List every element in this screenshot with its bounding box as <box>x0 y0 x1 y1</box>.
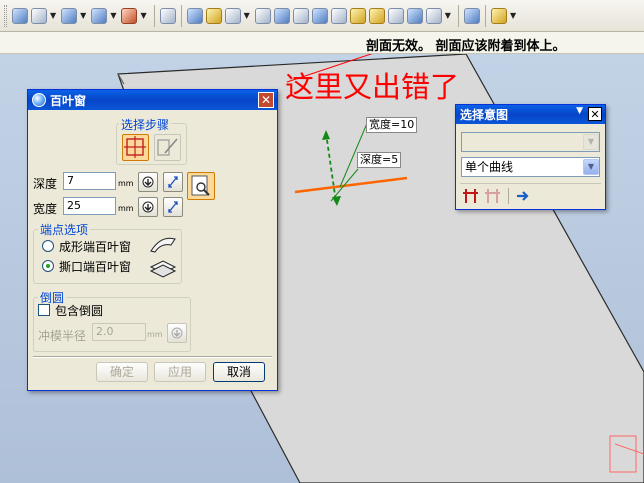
chevron-down-icon[interactable]: ▼ <box>140 11 146 20</box>
status-message: 剖面无效。 剖面应该附着到体上。 <box>366 39 566 54</box>
dialog-titlebar[interactable]: 百叶窗 ✕ <box>28 90 277 110</box>
width-unit: mm <box>118 204 134 213</box>
feature-icon[interactable] <box>425 7 442 24</box>
main-toolbar: ▼ ▼ ▼ ▼ ▼ ▼ ▼ <box>0 0 644 32</box>
curve-rule-value: 单个曲线 <box>465 160 514 174</box>
filter-icon[interactable] <box>490 7 507 24</box>
chevron-down-icon[interactable]: ▼ <box>50 11 56 20</box>
magnifier-icon <box>191 175 210 196</box>
intent-separator <box>460 183 601 184</box>
step-sketch-section-button[interactable] <box>154 134 181 161</box>
include-fillet-checkbox[interactable] <box>38 304 50 316</box>
chevron-down-icon[interactable]: ▼ <box>576 106 583 116</box>
formed-end-label[interactable]: 成形端百叶窗 <box>59 238 131 255</box>
mirror-icon[interactable] <box>159 7 176 24</box>
stop-at-intersection-icon[interactable] <box>462 187 480 205</box>
toolbar-separator <box>484 4 486 27</box>
intent-titlebar[interactable]: 选择意图 ▼ ✕ <box>456 105 605 124</box>
frame-icon[interactable] <box>61 7 78 24</box>
apply-button[interactable]: 应用 <box>154 362 206 382</box>
chevron-down-icon[interactable]: ▼ <box>583 134 599 150</box>
sheet-body-icon[interactable] <box>311 7 328 24</box>
chevron-down-icon[interactable]: ▼ <box>244 11 250 20</box>
sketch-plane-icon <box>124 136 146 158</box>
intent-filter-combo[interactable] <box>461 132 600 152</box>
formed-end-radio[interactable] <box>42 240 54 252</box>
chevron-down-icon[interactable]: ▼ <box>445 11 451 20</box>
close-button[interactable]: ✕ <box>588 107 602 121</box>
chevron-down-icon[interactable]: ▼ <box>510 11 516 20</box>
solid-shaded-icon[interactable] <box>186 7 203 24</box>
toolbar-separator <box>457 4 459 27</box>
snap-point-icon[interactable] <box>121 7 138 24</box>
view-icon[interactable] <box>463 7 480 24</box>
lanced-end-label[interactable]: 撕口端百叶窗 <box>59 258 131 275</box>
depth-unit: mm <box>118 179 134 188</box>
depth-input[interactable]: 7 <box>63 172 116 190</box>
formed-louver-icon <box>150 237 176 253</box>
body-icon[interactable] <box>349 7 366 24</box>
punch-radius-input[interactable]: 2.0 <box>92 323 146 341</box>
depth-dimension-label[interactable]: 深度=5 <box>357 152 402 168</box>
arrow-down-circle-icon <box>142 176 154 188</box>
width-dimension-label[interactable]: 宽度=10 <box>366 117 418 133</box>
cube-icon[interactable] <box>205 7 222 24</box>
punch-radius-unit: mm <box>147 330 163 339</box>
lanced-louver-icon <box>149 260 177 278</box>
solid-body-icon[interactable] <box>368 7 385 24</box>
face-icon[interactable] <box>292 7 309 24</box>
include-fillet-label[interactable]: 包含倒圆 <box>55 302 103 319</box>
status-line: 剖面无效。 剖面应该附着到体上。 <box>0 32 644 54</box>
intent-tool-separator <box>508 188 509 204</box>
chevron-down-icon[interactable]: ▼ <box>583 159 599 175</box>
surface-icon[interactable] <box>330 7 347 24</box>
louver-dialog: 百叶窗 ✕ 选择步骤 深度 7 mm 宽度 25 mm 端点选项 成形端百叶窗 … <box>27 89 278 391</box>
width-input[interactable]: 25 <box>63 197 116 215</box>
arrow-down-circle-icon <box>142 201 154 213</box>
flip-direction-icon <box>168 201 178 213</box>
preview-button[interactable] <box>187 172 215 200</box>
chevron-down-icon[interactable]: ▼ <box>110 11 116 20</box>
width-label: 宽度 <box>33 202 58 216</box>
endpoint-group-label: 端点选项 <box>38 221 91 238</box>
block-icon[interactable] <box>31 7 47 24</box>
dialog-title: 百叶窗 <box>50 93 87 108</box>
louver-app-icon <box>32 93 46 107</box>
flip-direction-icon <box>168 176 178 188</box>
follow-fillet-icon[interactable] <box>484 187 502 205</box>
close-button[interactable]: ✕ <box>258 92 274 108</box>
toolbar-grip[interactable] <box>4 4 7 27</box>
curve-rule-combo[interactable]: 单个曲线 <box>461 157 600 177</box>
steps-group-label: 选择步骤 <box>119 116 172 133</box>
section-icon[interactable] <box>254 7 271 24</box>
transform-icon[interactable] <box>91 7 108 24</box>
punch-radius-label: 冲模半径 <box>38 329 87 343</box>
arrow-down-circle-icon <box>171 327 183 339</box>
lanced-end-radio[interactable] <box>42 260 54 272</box>
step-sketch-button[interactable] <box>122 134 149 161</box>
toolbar-separator <box>153 4 155 27</box>
button-separator <box>33 356 272 358</box>
intent-title: 选择意图 <box>460 108 509 122</box>
chevron-down-icon[interactable]: ▼ <box>80 11 86 20</box>
depth-options-button[interactable] <box>138 172 158 192</box>
sweep-icon[interactable] <box>12 7 28 24</box>
arrow-right-icon[interactable] <box>514 187 532 205</box>
punch-radius-options-button[interactable] <box>167 323 187 343</box>
curve-icon[interactable] <box>387 7 404 24</box>
width-options-button[interactable] <box>138 197 158 217</box>
depth-label: 深度 <box>33 177 58 191</box>
wire-cube-icon[interactable] <box>224 7 241 24</box>
edge-icon[interactable] <box>406 7 423 24</box>
cancel-button[interactable]: 取消 <box>213 362 265 382</box>
ok-button[interactable]: 确定 <box>96 362 148 382</box>
toolbar-separator <box>180 4 182 27</box>
depth-flip-button[interactable] <box>163 172 183 192</box>
flag-icon[interactable] <box>273 7 290 24</box>
section-sketch-icon <box>157 138 178 156</box>
error-annotation: 这里又出错了 <box>285 70 460 104</box>
width-flip-button[interactable] <box>163 197 183 217</box>
selection-intent-dialog: 选择意图 ▼ ✕ ▼ 单个曲线 ▼ <box>455 104 606 210</box>
